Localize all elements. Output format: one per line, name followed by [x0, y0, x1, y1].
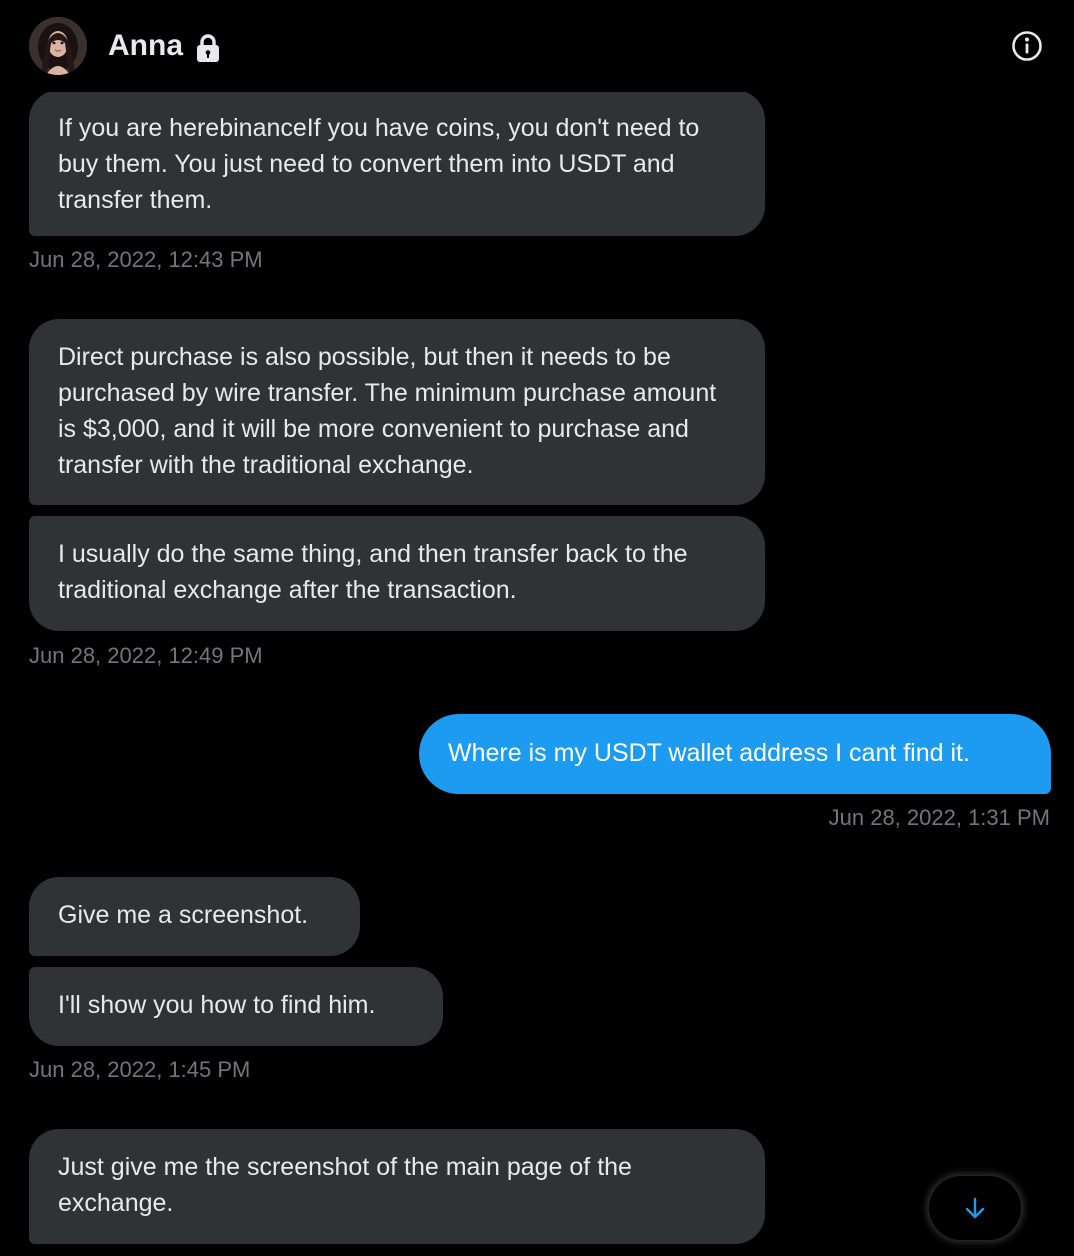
message-text: I'll show you how to find him.	[58, 991, 376, 1019]
message-bubble-incoming[interactable]: Give me a screenshot.	[29, 877, 360, 956]
avatar[interactable]	[29, 17, 87, 75]
message-bubble-incoming[interactable]: If you are herebinanceIf you have coins,…	[29, 90, 765, 236]
message-text: Give me a screenshot.	[58, 901, 309, 929]
scroll-to-bottom-button[interactable]	[929, 1176, 1021, 1240]
arrow-down-icon	[965, 1197, 985, 1219]
message-timestamp: Jun 28, 2022, 12:43 PM	[29, 247, 263, 272]
message-text: If you are herebinanceIf you have coins,…	[58, 114, 700, 214]
message-timestamp: Jun 28, 2022, 12:49 PM	[29, 643, 263, 668]
lock-icon	[197, 34, 219, 62]
message-bubble-incoming[interactable]: I usually do the same thing, and then tr…	[29, 516, 765, 631]
message-timestamp: Jun 28, 2022, 1:45 PM	[29, 1057, 251, 1082]
message-bubble-incoming[interactable]: Just give me the screenshot of the main …	[29, 1129, 765, 1244]
message-bubble-incoming[interactable]: Direct purchase is also possible, but th…	[29, 319, 765, 505]
message-timestamp: Jun 28, 2022, 1:31 PM	[828, 805, 1050, 830]
conversation-thread: If you are herebinanceIf you have coins,…	[0, 0, 1074, 1256]
message-text: I usually do the same thing, and then tr…	[58, 540, 688, 604]
message-text: Just give me the screenshot of the main …	[58, 1153, 632, 1217]
contact-name[interactable]: Anna	[108, 28, 183, 64]
info-icon[interactable]	[1011, 30, 1043, 62]
message-bubble-outgoing[interactable]: Where is my USDT wallet address I cant f…	[419, 714, 1051, 794]
conversation-header: Anna	[0, 0, 1074, 92]
message-text: Where is my USDT wallet address I cant f…	[448, 739, 970, 767]
message-text: Direct purchase is also possible, but th…	[58, 343, 717, 479]
avatar-photo-icon	[29, 17, 87, 75]
message-bubble-incoming[interactable]: I'll show you how to find him.	[29, 967, 443, 1046]
